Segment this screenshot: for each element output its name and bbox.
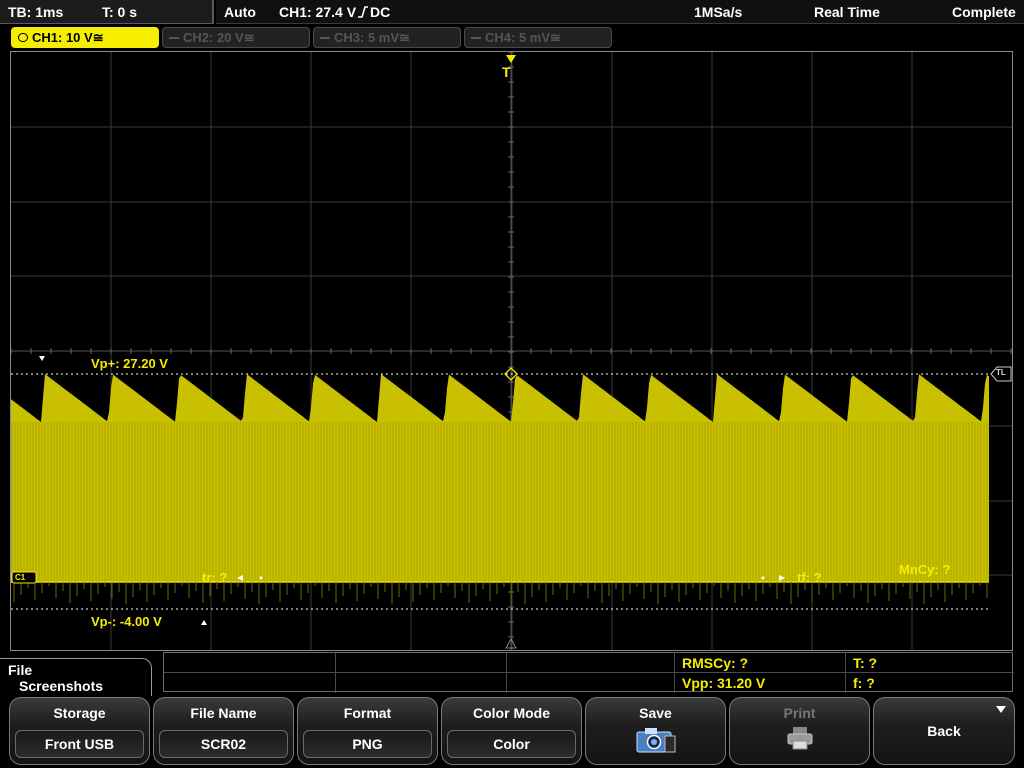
divider	[506, 653, 507, 693]
timebase-box[interactable]: TB: 1ms T: 0 s	[0, 0, 214, 24]
softkey-label: Format	[343, 705, 392, 721]
format-softkey[interactable]: Format PNG	[297, 697, 438, 765]
rising-edge-icon	[358, 6, 369, 18]
rms-cycle-readout: RMSCy: ?	[682, 655, 749, 671]
fall-time-label: tf: ?	[797, 570, 822, 585]
trigger-mode[interactable]: Auto	[224, 4, 256, 20]
format-value: PNG	[303, 730, 432, 758]
divider	[845, 653, 846, 693]
vp-plus-marker-icon	[39, 356, 45, 361]
channel-off-icon	[471, 37, 481, 39]
waveform-noise-spikes	[13, 582, 988, 604]
time-offset-readout: T: 0 s	[102, 4, 138, 20]
vp-minus-label: Vp-: -4.00 V	[91, 614, 162, 629]
save-button[interactable]: Save	[585, 697, 726, 765]
channel-active-icon	[18, 33, 28, 42]
rise-cursor-dot	[259, 576, 263, 580]
channel-tab-ch3[interactable]: CH3: 5 mV≅	[313, 27, 461, 48]
corner-arrow-icon	[996, 706, 1006, 713]
fall-cursor-dot	[761, 576, 765, 580]
ch2-label: CH2: 20 V	[183, 30, 244, 45]
ch1-waveform-trace	[11, 374, 989, 604]
channel-tab-ch1[interactable]: CH1: 10 V≅	[11, 27, 159, 48]
trigger-coupling: DC	[370, 4, 391, 20]
ch2-coupling-icon: ≅	[243, 30, 255, 45]
rise-time-label: tr: ?	[202, 570, 228, 585]
ch4-label: CH4: 5 mV	[485, 30, 551, 45]
period-readout: T: ?	[853, 655, 878, 671]
color-mode-value: Color	[447, 730, 576, 758]
status-bar: TB: 1ms T: 0 s Auto CH1: 27.4 V DC 1MSa/s…	[0, 0, 1024, 24]
storage-softkey[interactable]: Storage Front USB	[9, 697, 150, 765]
softkey-label: Color Mode	[473, 705, 550, 721]
divider	[674, 653, 675, 693]
frequency-readout: f: ?	[853, 675, 875, 691]
vpp-readout: Vpp: 31.20 V	[682, 675, 766, 691]
menu-title: File Screenshots	[0, 658, 152, 696]
menu-title-line2: Screenshots	[19, 678, 104, 694]
channel-off-icon	[169, 37, 179, 39]
softkey-label: Save	[639, 705, 672, 721]
timebase-readout: TB: 1ms	[8, 4, 64, 20]
ch1-label: CH1: 10 V	[32, 30, 93, 45]
measurement-panel: RMSCy: ? T: ? Vpp: 31.20 V f: ?	[163, 652, 1014, 693]
printer-icon	[787, 727, 812, 750]
vp-plus-label: Vp+: 27.20 V	[91, 356, 168, 371]
trigger-source-level[interactable]: CH1: 27.4 V DC	[279, 4, 390, 20]
file-name-value: SCR02	[159, 730, 288, 758]
print-button[interactable]: Print	[729, 697, 870, 765]
mean-cycle-label: MnCy: ?	[899, 562, 951, 577]
color-mode-softkey[interactable]: Color Mode Color	[441, 697, 582, 765]
waveform-canvas	[11, 52, 1012, 650]
channel-off-icon	[320, 37, 330, 39]
trigger-info-text: CH1: 27.4 V	[279, 4, 357, 20]
waveform-envelope	[11, 374, 989, 582]
vp-minus-marker-icon	[201, 620, 207, 625]
ch3-label: CH3: 5 mV	[334, 30, 400, 45]
ch1-marker-label: C1	[15, 573, 26, 582]
waveform-display[interactable]: T TL C1 Vp+: 27.20 V Vp-: -4.00 V tr: ? …	[10, 51, 1013, 651]
sample-rate: 1MSa/s	[694, 4, 743, 20]
trigger-arrow-icon	[506, 55, 516, 63]
acquisition-status: Auto CH1: 27.4 V DC 1MSa/s Real Time Comp…	[216, 0, 1024, 24]
menu-title-line1: File	[8, 662, 33, 678]
channel-tab-ch4[interactable]: CH4: 5 mV≅	[464, 27, 612, 48]
back-button[interactable]: Back	[873, 697, 1015, 765]
camera-save-icon	[636, 728, 675, 753]
ch3-coupling-icon: ≅	[399, 30, 410, 45]
channel-tab-ch2[interactable]: CH2: 20 V≅	[162, 27, 310, 48]
softkey-label: Back	[927, 723, 961, 739]
ch4-coupling-icon: ≅	[550, 30, 561, 45]
ch1-coupling-icon: ≅	[92, 30, 104, 45]
divider	[335, 653, 336, 693]
softkey-label: Storage	[53, 705, 106, 721]
file-name-softkey[interactable]: File Name SCR02	[153, 697, 294, 765]
trigger-marker-label: T	[502, 64, 511, 80]
divider	[164, 672, 1014, 673]
acquisition-state: Complete	[952, 4, 1016, 20]
acquisition-mode: Real Time	[814, 4, 880, 20]
trigger-level-label: TL	[996, 368, 1006, 377]
storage-value: Front USB	[15, 730, 144, 758]
softkey-label: Print	[783, 705, 816, 721]
softkey-label: File Name	[190, 705, 257, 721]
